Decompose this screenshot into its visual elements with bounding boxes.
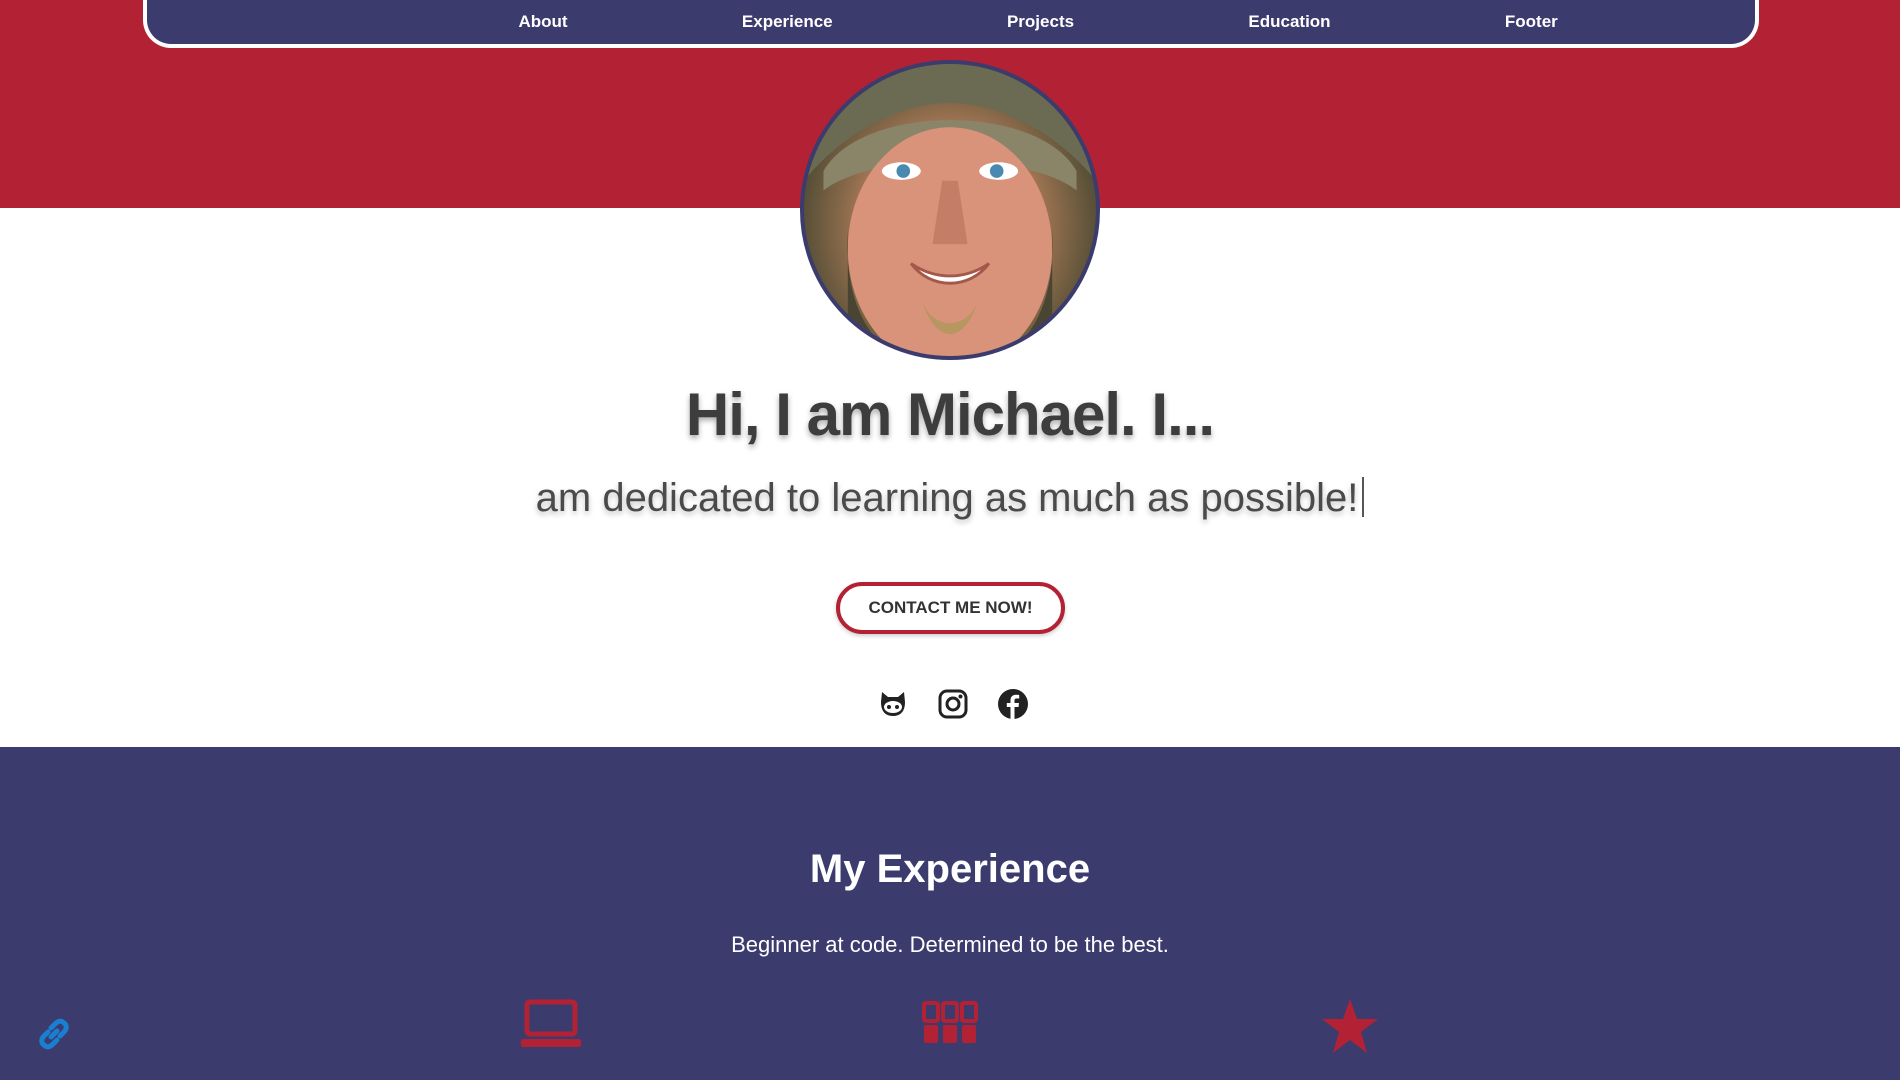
contact-me-button[interactable]: CONTACT ME NOW! bbox=[836, 582, 1065, 634]
nav-about[interactable]: About bbox=[518, 12, 567, 32]
star-icon bbox=[1322, 999, 1378, 1053]
avatar-portrait bbox=[804, 64, 1096, 356]
profile-avatar bbox=[800, 60, 1100, 360]
typed-text: am dedicated to learning as much as poss… bbox=[535, 476, 1359, 520]
nav-experience[interactable]: Experience bbox=[742, 12, 833, 32]
instagram-icon[interactable] bbox=[937, 688, 969, 720]
hero-subtitle: am dedicated to learning as much as poss… bbox=[0, 476, 1900, 521]
nav-projects[interactable]: Projects bbox=[1007, 12, 1074, 32]
hero-title: Hi, I am Michael. I... bbox=[685, 381, 1215, 448]
social-links bbox=[877, 688, 1029, 720]
grid-icon bbox=[922, 1001, 978, 1043]
experience-section: My Experience Beginner at code. Determin… bbox=[0, 747, 1900, 1080]
facebook-icon[interactable] bbox=[997, 688, 1029, 720]
laptop-icon bbox=[521, 999, 581, 1047]
navbar: About Experience Projects Education Foot… bbox=[143, 0, 1759, 48]
nav-footer[interactable]: Footer bbox=[1505, 12, 1558, 32]
nav-education[interactable]: Education bbox=[1248, 12, 1330, 32]
experience-description: Beginner at code. Determined to be the b… bbox=[731, 932, 1169, 957]
link-icon[interactable] bbox=[36, 1016, 72, 1052]
experience-title: My Experience bbox=[809, 847, 1091, 891]
github-icon[interactable] bbox=[877, 688, 909, 720]
typing-cursor bbox=[1362, 477, 1365, 517]
